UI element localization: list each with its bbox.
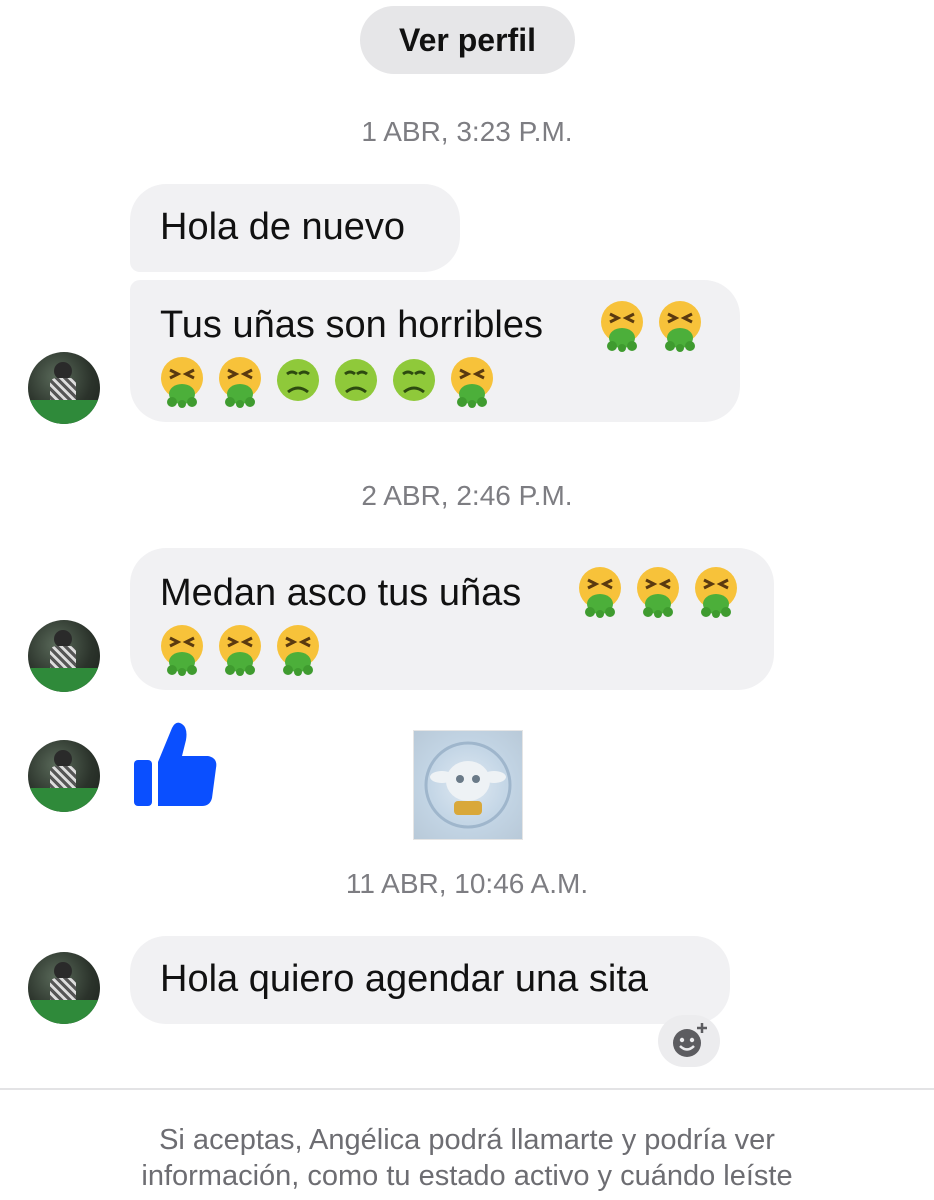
thumbs-up-icon[interactable]: [132, 720, 218, 810]
vomiting-face-icon: [695, 567, 737, 618]
avatar[interactable]: [28, 352, 100, 424]
add-reaction-icon: [673, 1023, 707, 1057]
vomiting-face-icon: [601, 301, 643, 352]
vomiting-face-icon: [451, 357, 493, 408]
add-reaction-button[interactable]: [658, 1015, 720, 1067]
emoji-row: [598, 300, 704, 352]
vomiting-face-icon: [277, 625, 319, 676]
timestamp: 2 ABR, 2:46 P.M.: [361, 480, 573, 511]
vomiting-face-icon: [579, 567, 621, 618]
avatar[interactable]: [28, 620, 100, 692]
sticker-image[interactable]: [413, 730, 523, 840]
vomiting-face-icon: [637, 567, 679, 618]
vomiting-face-icon: [659, 301, 701, 352]
emoji-row: [158, 356, 496, 408]
nauseated-face-icon: [277, 359, 319, 401]
timestamp: 11 ABR, 10:46 A.M.: [345, 868, 589, 899]
view-profile-button[interactable]: Ver perfil: [360, 6, 575, 74]
vomiting-face-icon: [161, 625, 203, 676]
emoji-row: [576, 566, 740, 618]
footer-line: Si aceptas, Angélica podrá llamarte y po…: [159, 1124, 775, 1156]
nauseated-face-icon: [335, 359, 377, 401]
message-bubble[interactable]: Medan asco tus uñas: [130, 548, 774, 690]
message-text: Hola quiero agendar una sita: [160, 958, 649, 1000]
emoji-row: [158, 624, 322, 676]
timestamp: 1 ABR, 3:23 P.M.: [361, 116, 573, 147]
message-text: Tus uñas son horribles: [160, 304, 544, 346]
avatar[interactable]: [28, 740, 100, 812]
divider: [0, 1088, 934, 1090]
message-bubble[interactable]: Hola quiero agendar una sita: [130, 936, 730, 1024]
vomiting-face-icon: [219, 625, 261, 676]
message-bubble[interactable]: Hola de nuevo: [130, 184, 460, 272]
message-text: Medan asco tus uñas: [160, 572, 522, 614]
alien-sticker-icon: [424, 741, 512, 829]
message-text: Hola de nuevo: [160, 206, 406, 248]
nauseated-face-icon: [393, 359, 435, 401]
vomiting-face-icon: [219, 357, 261, 408]
message-bubble[interactable]: Tus uñas son horribles: [130, 280, 740, 422]
vomiting-face-icon: [161, 357, 203, 408]
footer-line: información, como tu estado activo y cuá…: [141, 1160, 793, 1192]
avatar[interactable]: [28, 952, 100, 1024]
footer-notice: Si aceptas, Angélica podrá llamarte y po…: [0, 1122, 934, 1194]
